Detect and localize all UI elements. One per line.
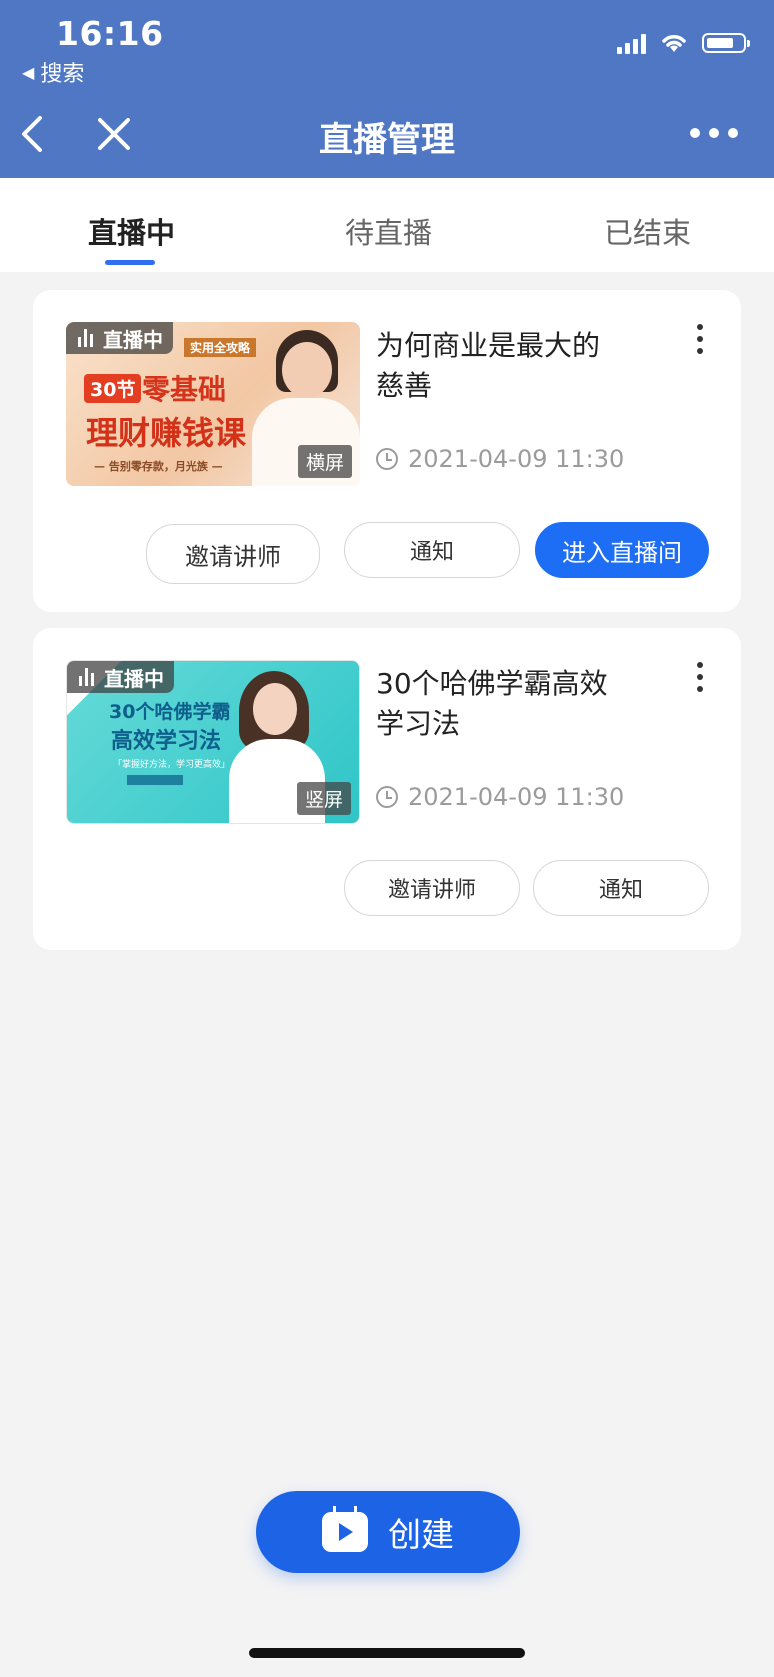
live-status-badge: 直播中 <box>67 661 174 693</box>
poster-line-3: 「掌握好方法，学习更高效」 <box>113 760 231 770</box>
poster-badge: 30节 <box>84 374 142 403</box>
tab-upcoming[interactable]: 待直播 <box>345 210 432 252</box>
course-title[interactable]: 为何商业是最大的慈善 <box>376 326 626 406</box>
create-button-label: 创建 <box>388 1515 454 1554</box>
page-title: 直播管理 <box>319 120 455 160</box>
home-indicator <box>249 1648 525 1658</box>
back-to-app-link[interactable]: ◀ 搜索 <box>22 56 84 88</box>
course-title[interactable]: 30个哈佛学霸高效学习法 <box>376 664 626 744</box>
active-tab-indicator <box>105 260 155 265</box>
presenter-face <box>282 342 332 398</box>
tab-ended[interactable]: 已结束 <box>604 210 691 252</box>
back-triangle-icon: ◀ <box>22 62 35 82</box>
cellular-signal-icon <box>617 32 646 54</box>
card-more-icon[interactable] <box>697 662 703 692</box>
poster-line-2: 高效学习法 <box>111 729 222 754</box>
course-time-value: 2021-04-09 11:30 <box>408 445 625 473</box>
live-bars-icon <box>78 329 93 347</box>
poster-line-2: 理财赚钱课 <box>86 414 247 452</box>
orientation-badge: 横屏 <box>297 445 352 478</box>
invite-teacher-button[interactable]: 邀请讲师 <box>344 860 520 916</box>
course-time-value: 2021-04-09 11:30 <box>408 783 625 811</box>
presenter-face <box>253 683 297 735</box>
live-status-label: 直播中 <box>104 666 164 691</box>
enter-live-room-button[interactable]: 进入直播间 <box>535 522 709 578</box>
poster-host-tag <box>127 775 183 785</box>
clock-icon <box>376 786 398 808</box>
video-play-icon <box>322 1506 368 1552</box>
poster-top-line: 实用全攻略 <box>184 338 257 357</box>
invite-teacher-button[interactable]: 邀请讲师 <box>146 524 320 584</box>
back-app-label: 搜索 <box>40 62 85 87</box>
poster-line-1: 零基础 <box>142 373 227 406</box>
status-time: 16:16 <box>56 14 164 53</box>
orientation-badge: 竖屏 <box>296 782 351 815</box>
status-icons <box>617 32 750 54</box>
top-bar: 16:16 ◀ 搜索 直播管理 <box>0 0 774 178</box>
clock-icon <box>376 448 398 470</box>
tab-live[interactable]: 直播中 <box>88 210 175 252</box>
notify-button[interactable]: 通知 <box>533 860 709 916</box>
battery-icon <box>702 33 750 53</box>
live-status-badge: 直播中 <box>66 322 173 354</box>
wifi-icon <box>662 35 686 52</box>
course-time: 2021-04-09 11:30 <box>376 445 624 473</box>
live-card: 实用全攻略 30节 零基础 理财赚钱课 — 告别零存款，月光族 — 直播中 横屏… <box>33 290 741 612</box>
live-card: 30个哈佛学霸 高效学习法 「掌握好方法，学习更高效」 直播中 竖屏 30个哈佛… <box>33 628 741 950</box>
course-cover-image[interactable]: 30个哈佛学霸 高效学习法 「掌握好方法，学习更高效」 直播中 竖屏 <box>66 660 360 824</box>
poster-line-3: — 告别零存款，月光族 — <box>94 460 223 473</box>
card-more-icon[interactable] <box>697 324 703 354</box>
course-time: 2021-04-09 11:30 <box>376 783 624 811</box>
live-status-label: 直播中 <box>103 327 163 352</box>
live-bars-icon <box>79 668 94 686</box>
tab-bar: 直播中 待直播 已结束 <box>0 178 774 272</box>
create-live-button[interactable]: 创建 <box>256 1491 520 1573</box>
more-options-icon[interactable] <box>690 128 738 138</box>
course-cover-image[interactable]: 实用全攻略 30节 零基础 理财赚钱课 — 告别零存款，月光族 — 直播中 横屏 <box>66 322 360 486</box>
notify-button[interactable]: 通知 <box>344 522 520 578</box>
poster-line-1: 30个哈佛学霸 <box>109 701 231 723</box>
